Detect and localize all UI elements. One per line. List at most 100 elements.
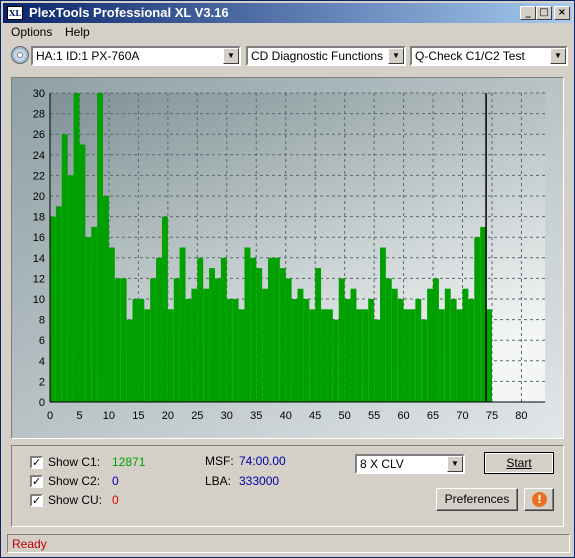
y-tick-label: 10	[33, 294, 45, 306]
status-bar: Ready	[7, 534, 570, 553]
c1-bar	[368, 299, 375, 402]
c1-bar	[197, 257, 204, 402]
show-c2-label: Show C2:	[48, 474, 101, 488]
c1-bar	[356, 309, 363, 402]
y-tick-label: 28	[33, 109, 45, 121]
x-tick-label: 80	[515, 410, 527, 422]
start-button[interactable]: Start	[484, 452, 554, 474]
c1-bar	[108, 247, 115, 402]
c1-bar	[444, 288, 451, 402]
c1-bar	[362, 309, 369, 402]
chevron-down-icon[interactable]: ▼	[388, 48, 404, 64]
c1-bar	[462, 288, 469, 402]
c1-bar	[456, 309, 463, 402]
msf-value: 74:00.00	[239, 454, 286, 468]
menu-help[interactable]: Help	[65, 25, 90, 39]
show-c1-checkbox[interactable]: ✓	[30, 456, 43, 469]
c1-bar	[244, 247, 251, 402]
y-tick-label: 2	[39, 376, 45, 388]
show-c1-label: Show C1:	[48, 455, 101, 469]
show-cu-label: Show CU:	[48, 493, 103, 507]
preferences-button-label: Preferences	[444, 492, 510, 506]
show-c2-checkbox[interactable]: ✓	[30, 475, 43, 488]
y-tick-label: 18	[33, 212, 45, 224]
c1-bar	[126, 319, 133, 402]
app-logo-icon: XL	[7, 6, 23, 20]
c1-bar	[138, 299, 145, 402]
lba-value: 333000	[239, 474, 280, 488]
c1-bar	[191, 288, 198, 402]
function-select[interactable]: CD Diagnostic Functions ▼	[246, 46, 406, 66]
drive-select[interactable]: HA:1 ID:1 PX-760A ▼	[31, 46, 241, 66]
x-tick-label: 65	[427, 410, 439, 422]
c1-bar	[326, 309, 333, 402]
c1-bar	[291, 299, 298, 402]
c1-bar	[374, 319, 380, 402]
title-bar[interactable]: XL PlexTools Professional XL V3.16 _ □ ×	[3, 3, 572, 23]
speed-select[interactable]: 8 X CLV ▼	[355, 454, 465, 474]
c1-bar	[50, 216, 56, 402]
chevron-down-icon[interactable]: ▼	[550, 48, 566, 64]
disc-drive-icon	[11, 46, 29, 64]
maximize-button[interactable]: □	[536, 6, 552, 20]
y-tick-label: 26	[33, 129, 45, 141]
x-tick-label: 75	[486, 410, 498, 422]
chevron-down-icon[interactable]: ▼	[447, 456, 463, 472]
start-button-label: Start	[506, 456, 532, 470]
c1-bar	[185, 299, 192, 402]
y-tick-label: 0	[39, 397, 45, 409]
y-tick-label: 8	[39, 315, 45, 327]
status-text: Ready	[12, 537, 47, 551]
x-tick-label: 20	[162, 410, 174, 422]
c1-bar	[203, 288, 210, 402]
x-tick-label: 40	[280, 410, 292, 422]
c1-bar	[132, 299, 139, 402]
y-tick-label: 14	[33, 253, 45, 265]
info-button[interactable]: !	[524, 488, 554, 511]
c1-bar	[321, 309, 327, 402]
c1-bar	[226, 299, 233, 402]
show-cu-checkbox[interactable]: ✓	[30, 494, 43, 507]
c1-bar	[309, 309, 316, 402]
x-tick-label: 15	[132, 410, 144, 422]
c1-bar	[468, 299, 475, 402]
main-window: XL PlexTools Professional XL V3.16 _ □ ×…	[0, 0, 575, 558]
preferences-button[interactable]: Preferences	[436, 488, 518, 511]
c1-bar	[220, 257, 227, 402]
x-tick-label: 45	[309, 410, 321, 422]
c1-bar	[427, 288, 434, 402]
graph-panel: 0 2 4 6 8 10 12 14 16 18 20 22 24 26 28 30 0 5 10 15 20 25 30 3…	[11, 77, 564, 439]
c1-bar	[55, 206, 62, 402]
c1-bar	[161, 216, 168, 402]
c1-bar	[285, 278, 292, 402]
x-tick-label: 0	[47, 410, 53, 422]
c1c2-chart: 0246810121416182022242628300 5 10 15 20 25 30 3…	[12, 78, 563, 438]
y-tick-label: 20	[33, 191, 45, 203]
y-tick-label: 30	[33, 88, 45, 100]
minimize-button[interactable]: _	[520, 6, 536, 20]
drive-select-value: HA:1 ID:1 PX-760A	[36, 49, 140, 63]
c1-bar	[179, 247, 186, 402]
lba-label: LBA:	[205, 474, 232, 488]
chevron-down-icon[interactable]: ▼	[223, 48, 239, 64]
c1-bar	[103, 196, 109, 402]
test-select-value: Q-Check C1/C2 Test	[415, 49, 525, 63]
c1-bar	[91, 226, 98, 402]
c1-bar	[433, 278, 439, 402]
c1-bar	[97, 93, 104, 402]
c1-bar	[350, 288, 357, 402]
menu-bar: Options Help	[3, 23, 572, 42]
c1-bar	[380, 247, 386, 402]
c1-bar	[250, 257, 257, 402]
c1-bar	[144, 309, 151, 402]
c1-bar	[268, 257, 274, 402]
results-panel: ✓ Show C1: 12871 ✓ Show C2: 0 ✓ Show CU:…	[11, 445, 564, 527]
c1-bar	[232, 299, 239, 402]
c1-bar	[85, 237, 92, 402]
test-select[interactable]: Q-Check C1/C2 Test ▼	[410, 46, 568, 66]
c1-bar	[238, 309, 245, 402]
info-icon: !	[532, 492, 547, 507]
c1-bar	[409, 309, 416, 402]
close-button[interactable]: ×	[554, 6, 570, 20]
menu-options[interactable]: Options	[11, 25, 52, 39]
